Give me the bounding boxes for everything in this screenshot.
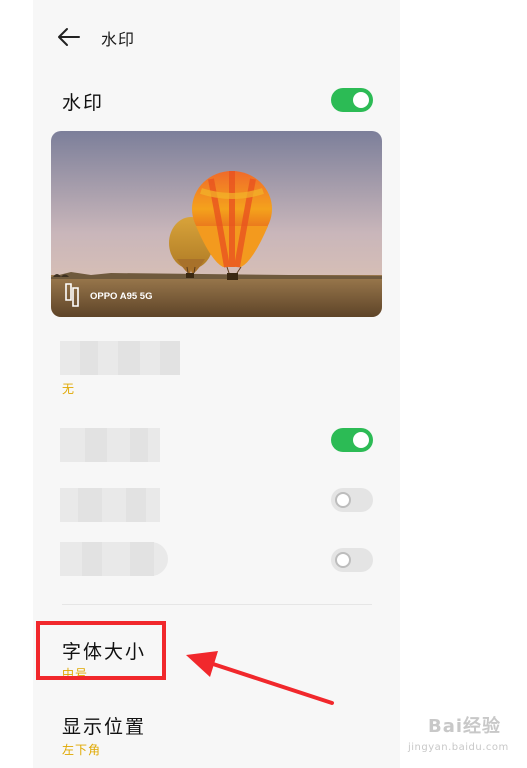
option-toggle-2[interactable]	[331, 488, 373, 512]
annotation-highlight-box	[36, 621, 166, 680]
obscured-row-title-3	[60, 488, 160, 522]
device-label: OPPO A95 5G	[90, 291, 152, 302]
section-divider	[62, 604, 372, 605]
watermark-toggle[interactable]	[331, 88, 373, 112]
option-toggle-3[interactable]	[331, 548, 373, 572]
obscured-row-title	[60, 341, 180, 375]
display-position-label[interactable]: 显示位置	[62, 712, 146, 739]
page-title: 水印	[101, 30, 136, 49]
display-position-value: 左下角	[62, 743, 102, 757]
annotation-arrow-icon	[186, 651, 334, 705]
obscured-row-value: 无	[62, 382, 76, 396]
back-arrow-icon[interactable]	[57, 26, 81, 48]
obscured-row-title-4	[60, 542, 168, 576]
watermark-preview: OPPO A95 5G	[51, 131, 382, 317]
background-right	[400, 0, 527, 768]
site-watermark-brand: Bai经验	[428, 716, 502, 737]
option-toggle-1[interactable]	[331, 428, 373, 452]
watermark-label: 水印	[62, 92, 105, 114]
site-watermark: Bai经验 jingyan.baidu.com	[400, 712, 520, 762]
obscured-row-title-2	[60, 428, 160, 462]
site-watermark-url: jingyan.baidu.com	[408, 742, 509, 753]
